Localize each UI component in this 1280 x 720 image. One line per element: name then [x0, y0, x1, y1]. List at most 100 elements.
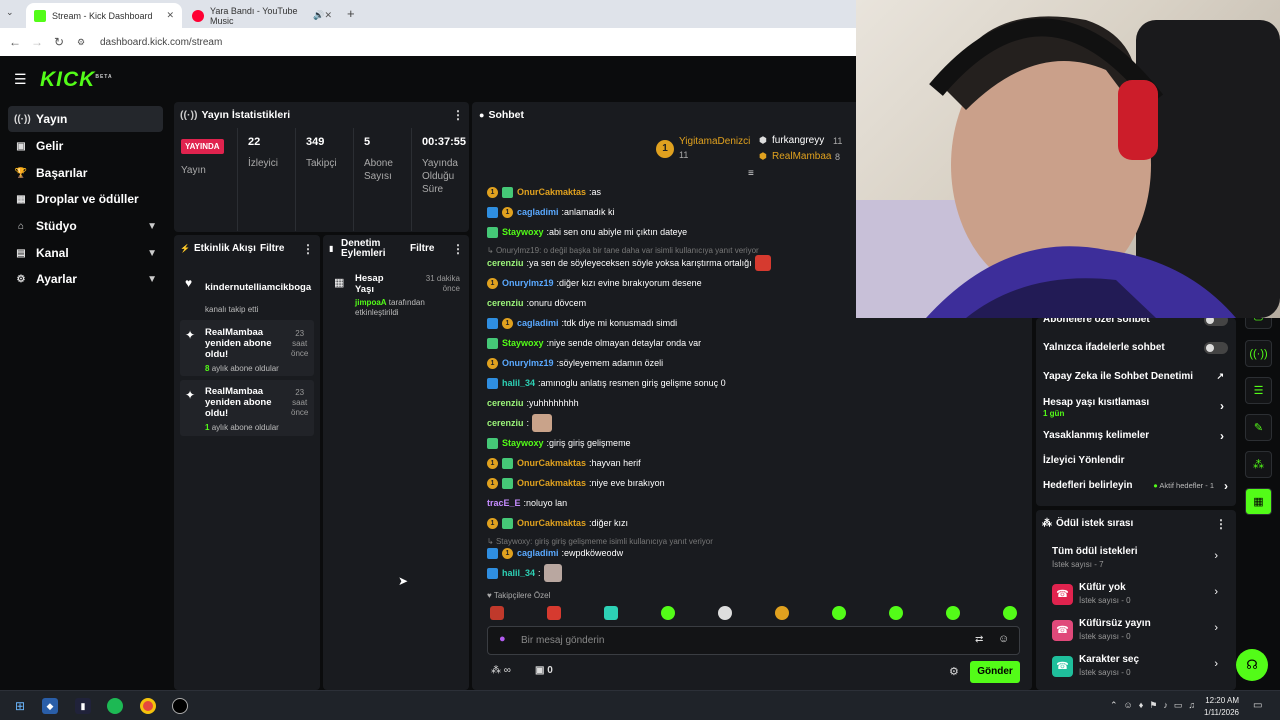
setting-redirect-viewers[interactable]: İzleyici Yönlendir: [1043, 455, 1228, 466]
emote-icon[interactable]: [889, 606, 903, 620]
app-taskbar-icon[interactable]: ◆: [42, 698, 58, 714]
collapse-pinned-icon[interactable]: ≡: [748, 168, 754, 179]
chat-message: Staywoxy: niye sende olmayan detaylar on…: [487, 336, 701, 350]
chat-username[interactable]: OnurCakmaktas: [517, 458, 586, 468]
chat-username[interactable]: cagladimi: [517, 318, 559, 328]
support-button[interactable]: ☊: [1236, 649, 1268, 681]
setting-emote-only[interactable]: Yalnızca ifadelerle sohbet: [1043, 341, 1228, 354]
time-suffix: önce: [291, 408, 309, 417]
emote-icon[interactable]: [604, 606, 618, 620]
sidebar-item-kanal[interactable]: ▤ Kanal ▼: [8, 240, 163, 266]
emote-only-toggle[interactable]: [1204, 341, 1228, 354]
forward-icon[interactable]: →: [26, 35, 48, 49]
sidebar-item-ayarlar[interactable]: ⚙ Ayarlar ▼: [8, 266, 163, 292]
site-info-icon[interactable]: ⚙: [70, 37, 92, 48]
browser-tab-kick[interactable]: Stream - Kick Dashboard ✕: [26, 3, 182, 28]
sidebar-item-droplar[interactable]: ▦ Droplar ve ödüller: [8, 186, 163, 212]
points-action-button[interactable]: ⁂: [1245, 451, 1272, 478]
chat-username[interactable]: Onurylmz19: [502, 358, 554, 368]
chat-username[interactable]: OnurCakmaktas: [517, 187, 586, 197]
chat-input-placeholder[interactable]: Bir mesaj gönderin: [521, 635, 604, 646]
emote-icon[interactable]: [1003, 606, 1017, 620]
reward-all-requests[interactable]: Tüm ödül istekleri İstek sayısı - 7 ›: [1052, 546, 1222, 576]
emote-icon[interactable]: [718, 606, 732, 620]
chat-username[interactable]: tracE_E: [487, 498, 521, 508]
sidebar-item-yayin[interactable]: ((·)) Yayın: [8, 106, 163, 132]
moderation-filter-button[interactable]: Filtre: [410, 243, 434, 254]
setting-ai-moderation[interactable]: Yapay Zeka ile Sohbet Denetimi ↗: [1043, 371, 1228, 382]
chat-username[interactable]: Onurylmz19: [502, 278, 554, 288]
setting-banned-words[interactable]: Yasaklanmış kelimeler ›: [1043, 429, 1228, 443]
browser-tab-youtube-music[interactable]: Yara Bandı - YouTube Music 🔊 ✕: [184, 3, 340, 28]
hamburger-menu-icon[interactable]: ☰: [14, 71, 27, 88]
points-indicator[interactable]: ⁂ ∞: [491, 665, 511, 676]
sidebar-item-gelir[interactable]: ▣ Gelir: [8, 133, 163, 159]
reward-kufur-yok[interactable]: ☎ Küfür yok İstek sayısı - 0 ›: [1052, 582, 1222, 612]
chat-username[interactable]: halil_34: [502, 568, 535, 578]
microphone-icon[interactable]: ●: [499, 633, 506, 645]
emote-icon[interactable]: [832, 606, 846, 620]
broadcast-action-button[interactable]: ((·)): [1245, 340, 1272, 367]
activity-user[interactable]: kindernutelliamcikboga: [205, 282, 311, 293]
pinned-user[interactable]: YigitamaDenizci: [679, 136, 750, 147]
chrome-icon[interactable]: [140, 698, 156, 714]
chat-username[interactable]: Staywoxy: [502, 227, 544, 237]
tools-action-button[interactable]: ✎: [1245, 414, 1272, 441]
url-field[interactable]: dashboard.kick.com/stream: [100, 37, 222, 48]
back-icon[interactable]: ←: [4, 35, 26, 49]
activity-menu-icon[interactable]: ⋮: [302, 242, 314, 256]
sidebar-item-basarilar[interactable]: 🏆 Başarılar: [8, 160, 163, 186]
windows-start-icon[interactable]: ⊞: [12, 698, 28, 714]
notification-icon[interactable]: ▭: [1253, 700, 1262, 711]
chat-username[interactable]: OnurCakmaktas: [517, 518, 586, 528]
new-tab-icon[interactable]: +: [347, 6, 355, 21]
chat-username[interactable]: halil_34: [502, 378, 535, 388]
moderation-menu-icon[interactable]: ⋮: [452, 242, 464, 256]
emote-icon[interactable]: [490, 606, 504, 620]
chat-username[interactable]: cerenziu: [487, 398, 524, 408]
chat-username[interactable]: OnurCakmaktas: [517, 478, 586, 488]
chat-username[interactable]: Staywoxy: [502, 438, 544, 448]
tab-title: Stream - Kick Dashboard: [52, 10, 153, 21]
translate-icon[interactable]: ⇄: [975, 634, 983, 645]
sidebar-item-studyo[interactable]: ⌂ Stüdyo ▼: [8, 213, 163, 239]
system-tray-icons[interactable]: ⌃☺♦⚑♪▭♫: [1110, 700, 1201, 711]
clock[interactable]: 12:20 AM 1/11/2026: [1203, 695, 1239, 719]
close-tab-icon[interactable]: ✕: [166, 10, 174, 21]
app-taskbar-icon[interactable]: ▮: [75, 698, 91, 714]
emoji-icon[interactable]: ☺: [998, 633, 1009, 645]
reward-karakter-sec[interactable]: ☎ Karakter seç İstek sayısı - 0 ›: [1052, 654, 1222, 684]
chat-username[interactable]: cerenziu: [487, 418, 524, 428]
spotify-icon[interactable]: [107, 698, 123, 714]
tab-list-icon[interactable]: ⌄: [6, 7, 14, 18]
chat-username[interactable]: cagladimi: [517, 548, 559, 558]
emote-icon[interactable]: [946, 606, 960, 620]
obs-icon[interactable]: [172, 698, 188, 714]
activity-filter-button[interactable]: Filtre: [260, 243, 284, 254]
reward-menu-icon[interactable]: ⋮: [1215, 517, 1227, 531]
activity-user[interactable]: RealMambaa: [205, 386, 263, 397]
clip-action-button[interactable]: ▦: [1245, 488, 1272, 515]
moderation-action-button[interactable]: ☰: [1245, 377, 1272, 404]
chat-settings-icon[interactable]: ⚙: [949, 665, 959, 678]
emote-icon[interactable]: [547, 606, 561, 620]
chat-username[interactable]: Staywoxy: [502, 338, 544, 348]
emote-icon[interactable]: [661, 606, 675, 620]
reload-icon[interactable]: ↻: [48, 35, 70, 49]
activity-user[interactable]: RealMambaa: [205, 327, 263, 338]
setting-account-age[interactable]: Hesap yaşı kısıtlaması 1 gün ›: [1043, 397, 1228, 419]
chat-username[interactable]: cerenziu: [487, 298, 524, 308]
chat-username[interactable]: cerenziu: [487, 258, 524, 268]
reward-kufursuz-yayin[interactable]: ☎ Küfürsüz yayın İstek sayısı - 0 ›: [1052, 618, 1222, 648]
setting-goals[interactable]: Hedefleri belirleyin ● Aktif hedefler - 1…: [1043, 479, 1228, 493]
send-button[interactable]: Gönder: [970, 661, 1020, 683]
stats-menu-icon[interactable]: ⋮: [452, 108, 464, 122]
emote-icon[interactable]: [775, 606, 789, 620]
close-tab-icon[interactable]: ✕: [324, 10, 332, 21]
pinned-user[interactable]: RealMambaa: [772, 151, 831, 162]
chat-username[interactable]: cagladimi: [517, 207, 559, 217]
actor-name[interactable]: jimpoaA: [355, 298, 387, 307]
kick-logo[interactable]: KICKBETA: [40, 68, 113, 92]
pinned-user[interactable]: furkangreyy: [772, 135, 824, 146]
gifts-indicator[interactable]: ▣ 0: [535, 665, 553, 676]
